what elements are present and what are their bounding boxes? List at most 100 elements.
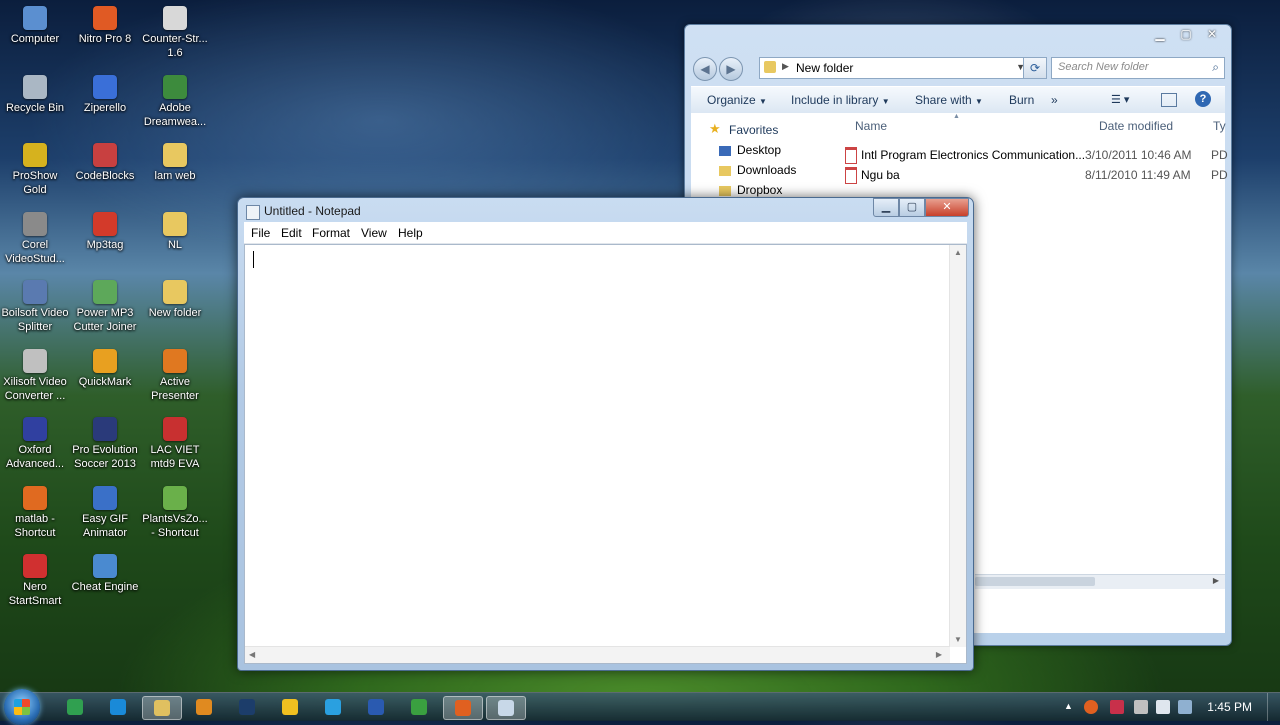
desktop-icon-item[interactable]: Counter-Str... 1.6 bbox=[140, 6, 210, 60]
desktop-icon-item[interactable]: Nero StartSmart bbox=[0, 554, 70, 608]
menu-file[interactable]: File bbox=[251, 226, 270, 240]
desktop-icon-label: Cheat Engine bbox=[71, 581, 139, 593]
desktop-icon-item[interactable]: Power MP3 Cutter Joiner bbox=[70, 280, 140, 334]
scroll-right-icon[interactable]: ▶ bbox=[1213, 576, 1219, 585]
horizontal-scrollbar[interactable]: ◀ ▶ bbox=[245, 646, 950, 663]
show-hidden-icons-icon[interactable]: ▲ bbox=[1064, 701, 1073, 711]
desktop-icon-item[interactable]: Computer bbox=[0, 6, 70, 46]
scrollbar-thumb[interactable] bbox=[975, 577, 1095, 586]
taskbar-app-button[interactable] bbox=[99, 696, 137, 718]
nav-item-desktop[interactable]: Desktop bbox=[707, 143, 781, 157]
search-icon[interactable]: ⌕ bbox=[1212, 60, 1219, 75]
file-row[interactable]: Ngu ba 8/11/2010 11:49 AM PD bbox=[839, 165, 1228, 185]
desktop-icon-label: Counter-Str... 1.6 bbox=[142, 33, 208, 59]
scroll-right-icon[interactable]: ▶ bbox=[936, 650, 942, 659]
taskbar-app-button[interactable] bbox=[228, 696, 266, 718]
preview-pane-icon[interactable] bbox=[1161, 93, 1177, 107]
network-icon[interactable] bbox=[1178, 700, 1192, 714]
desktop-icon-item[interactable]: Nitro Pro 8 bbox=[70, 6, 140, 46]
taskbar-app-button[interactable] bbox=[357, 696, 395, 718]
column-header-date[interactable]: Date modified bbox=[1099, 119, 1173, 133]
organize-button[interactable]: Organize ▼ bbox=[707, 93, 767, 107]
show-desktop-button[interactable] bbox=[1267, 693, 1280, 721]
file-row[interactable]: Intl Program Electronics Communication..… bbox=[839, 145, 1228, 165]
address-bar[interactable]: ▶ New folder ▼ bbox=[759, 57, 1031, 79]
desktop-icon-item[interactable]: Cheat Engine bbox=[70, 554, 140, 594]
column-header-type[interactable]: Ty bbox=[1213, 119, 1226, 133]
favorites-header[interactable]: Favorites bbox=[729, 123, 778, 137]
taskbar-app-button[interactable] bbox=[443, 696, 483, 720]
desktop-icon-item[interactable]: LAC VIET mtd9 EVA bbox=[140, 417, 210, 471]
desktop-icon-item[interactable]: Boilsoft Video Splitter bbox=[0, 280, 70, 334]
taskbar-app-button[interactable] bbox=[185, 696, 223, 718]
desktop-icon-item[interactable]: Ziperello bbox=[70, 74, 140, 115]
scroll-down-icon[interactable]: ▼ bbox=[954, 635, 962, 644]
desktop-icon-item[interactable]: PlantsVsZo... - Shortcut bbox=[140, 485, 210, 540]
close-icon[interactable]: ✕ bbox=[1199, 25, 1225, 43]
desktop-icon-item[interactable]: CodeBlocks bbox=[70, 143, 140, 183]
menu-edit[interactable]: Edit bbox=[281, 226, 302, 240]
taskbar-app-button[interactable] bbox=[400, 696, 438, 718]
taskbar-app-button[interactable] bbox=[314, 696, 352, 718]
minimize-icon[interactable]: ▁ bbox=[1147, 25, 1173, 43]
desktop-icon-item[interactable]: ProShow Gold bbox=[0, 143, 70, 197]
desktop-icon-item[interactable]: Xilisoft Video Converter ... bbox=[0, 348, 70, 403]
scroll-up-icon[interactable]: ▲ bbox=[954, 248, 962, 257]
column-header-name[interactable]: Name bbox=[855, 119, 887, 133]
proshow-icon bbox=[23, 143, 47, 167]
action-center-icon[interactable] bbox=[1134, 700, 1148, 714]
desktop-icon-label: NL bbox=[167, 238, 183, 251]
search-input[interactable]: Search New folder ⌕ bbox=[1051, 57, 1225, 79]
forward-icon[interactable]: ▶ bbox=[719, 57, 743, 81]
help-icon[interactable]: ? bbox=[1195, 91, 1211, 107]
maximize-icon[interactable]: ▢ bbox=[1173, 25, 1199, 43]
desktop-icon-item[interactable]: matlab - Shortcut bbox=[0, 485, 70, 540]
refresh-icon[interactable]: ⟳ bbox=[1023, 57, 1047, 79]
tray-app-icon[interactable] bbox=[1084, 700, 1098, 714]
clock[interactable]: 1:45 PM bbox=[1207, 700, 1252, 714]
text-editor[interactable]: ▲ ▼ ◀ ▶ bbox=[244, 244, 967, 664]
counter-strike-icon bbox=[163, 6, 187, 30]
desktop-icon-label: Xilisoft Video Converter ... bbox=[3, 375, 67, 402]
desktop-icon-item[interactable]: lam web bbox=[140, 143, 210, 183]
tray-v-icon[interactable] bbox=[1110, 700, 1124, 714]
more-button[interactable]: » bbox=[1051, 93, 1058, 107]
desktop-icon-item[interactable]: Easy GIF Animator bbox=[70, 485, 140, 540]
close-icon[interactable]: ✕ bbox=[925, 198, 969, 217]
desktop-icon-item[interactable]: NL bbox=[140, 211, 210, 252]
views-icon[interactable]: ☰ ▾ bbox=[1111, 93, 1129, 106]
volume-icon[interactable] bbox=[1156, 700, 1170, 714]
menu-view[interactable]: View bbox=[361, 226, 387, 240]
scroll-left-icon[interactable]: ◀ bbox=[249, 650, 255, 659]
desktop-icon-item[interactable]: Pro Evolution Soccer 2013 bbox=[70, 417, 140, 471]
desktop-icon-item[interactable]: Adobe Dreamwea... bbox=[140, 74, 210, 129]
maximize-icon[interactable]: ▢ bbox=[899, 198, 925, 217]
desktop-icon-label: Nero StartSmart bbox=[8, 581, 62, 607]
desktop-icon-item[interactable]: QuickMark bbox=[70, 348, 140, 389]
desktop-icon-item[interactable]: Mp3tag bbox=[70, 211, 140, 252]
notepad-window[interactable]: Untitled - Notepad ▁ ▢ ✕ File Edit Forma… bbox=[237, 197, 974, 671]
desktop-icon-item[interactable]: Active Presenter bbox=[140, 348, 210, 403]
desktop-icon-item[interactable]: Recycle Bin bbox=[0, 74, 70, 115]
include-in-library-button[interactable]: Include in library ▼ bbox=[791, 93, 890, 107]
nitro-pdf-icon bbox=[93, 6, 117, 30]
share-with-button[interactable]: Share with ▼ bbox=[915, 93, 983, 107]
taskbar-app-button[interactable] bbox=[271, 696, 309, 718]
taskbar-app-button[interactable] bbox=[56, 696, 94, 718]
desktop-icon-item[interactable]: New folder bbox=[140, 280, 210, 320]
back-icon[interactable]: ◀ bbox=[693, 57, 717, 81]
taskbar-app-button[interactable] bbox=[142, 696, 182, 720]
file-date: 8/11/2010 11:49 AM bbox=[1085, 168, 1191, 182]
menu-help[interactable]: Help bbox=[398, 226, 423, 240]
vertical-scrollbar[interactable]: ▲ ▼ bbox=[949, 245, 966, 647]
nav-item-dropbox[interactable]: Dropbox bbox=[707, 183, 782, 197]
desktop-icon-item[interactable]: Oxford Advanced... bbox=[0, 417, 70, 471]
minimize-icon[interactable]: ▁ bbox=[873, 198, 899, 217]
burn-button[interactable]: Burn bbox=[1009, 93, 1034, 107]
nav-item-downloads[interactable]: Downloads bbox=[707, 163, 796, 177]
taskbar-app-button[interactable] bbox=[486, 696, 526, 720]
desktop-icon-item[interactable]: Corel VideoStud... bbox=[0, 211, 70, 266]
active-presenter-icon bbox=[163, 348, 187, 373]
explorer-horizontal-scrollbar[interactable]: ▶ bbox=[975, 574, 1225, 589]
menu-format[interactable]: Format bbox=[312, 226, 350, 240]
